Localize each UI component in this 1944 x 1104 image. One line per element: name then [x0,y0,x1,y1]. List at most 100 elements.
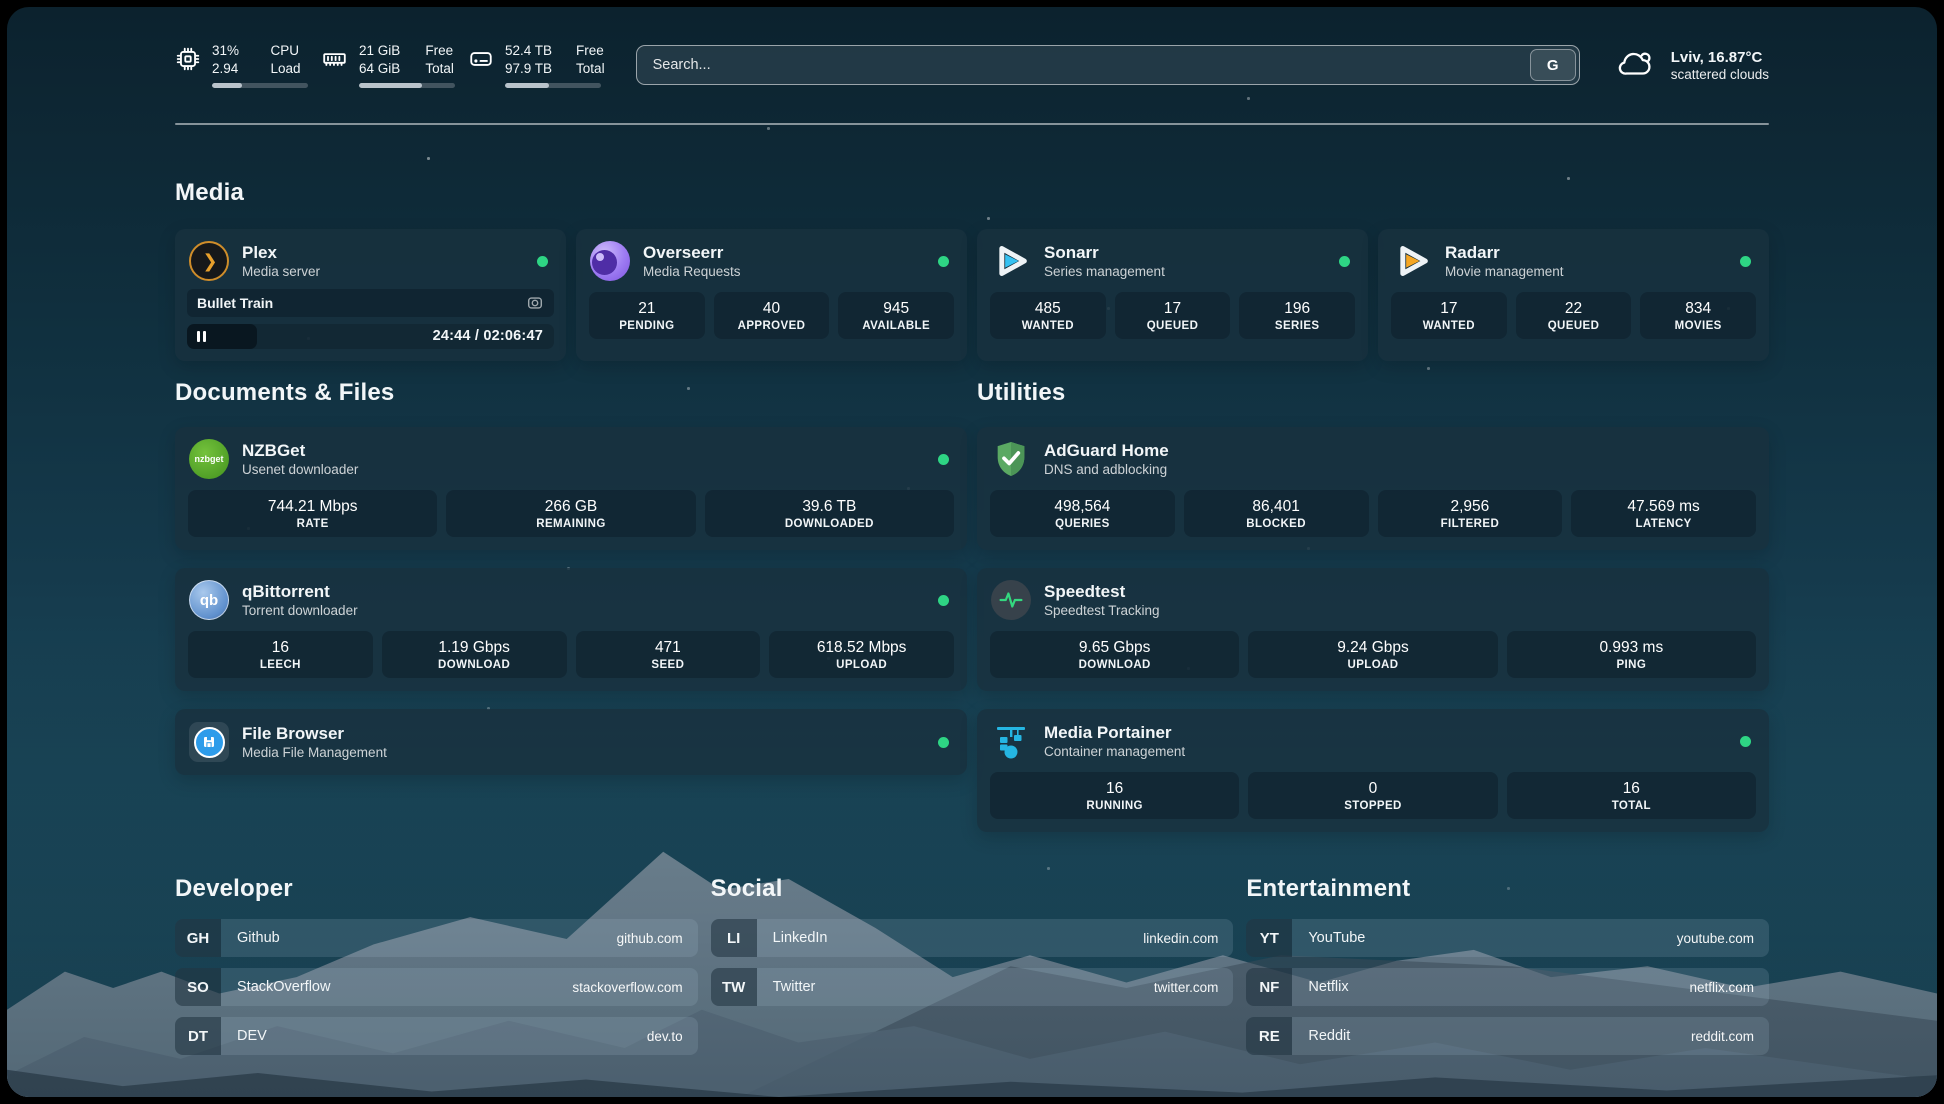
stat-value: 498,564 [1054,498,1110,516]
utilities-column: Utilities AdGuard Home DNS and adbl [977,379,1769,850]
filebrowser-subtitle: Media File Management [242,745,387,761]
stat-label: RATE [297,518,329,530]
portainer-subtitle: Container management [1044,744,1185,760]
stat-value: 0.993 ms [1599,639,1663,657]
overseerr-card[interactable]: Overseerr Media Requests 21 PENDING 40 A… [576,229,967,361]
portainer-stat-stopped: 0 STOPPED [1248,772,1497,819]
speedtest-pulse-icon [991,580,1031,620]
bookmarks-area: Developer GH Github github.com SO StackO… [175,875,1769,1066]
speedtest-card[interactable]: Speedtest Speedtest Tracking 9.65 Gbps D… [977,568,1769,691]
bookmark-netflix[interactable]: NF Netflix netflix.com [1246,968,1769,1006]
bookmark-name: StackOverflow [221,979,330,995]
nzbget-stat-downloaded: 39.6 TB DOWNLOADED [705,490,954,537]
qbittorrent-stat-seed: 471 SEED [576,631,761,678]
qbittorrent-stat-download: 1.19 Gbps DOWNLOAD [382,631,567,678]
bookmark-url: twitter.com [1154,980,1234,995]
developer-column: Developer GH Github github.com SO StackO… [175,875,698,1066]
portainer-crane-icon [991,721,1031,761]
speedtest-stat-upload: 9.24 Gbps UPLOAD [1248,631,1497,678]
stat-label: UPLOAD [1348,659,1399,671]
sonarr-subtitle: Series management [1044,264,1165,280]
radarr-subtitle: Movie management [1445,264,1564,280]
stat-label: APPROVED [738,320,806,332]
stat-value: 0 [1369,780,1378,798]
stat-label: REMAINING [536,518,605,530]
stat-label: WANTED [1022,320,1074,332]
plex-chevron-glyph: ❯ [200,251,217,272]
overseerr-name: Overseerr [643,243,741,263]
overseerr-status-dot [938,256,949,267]
bookmark-twitter[interactable]: TW Twitter twitter.com [711,968,1234,1006]
stat-label: QUERIES [1055,518,1110,530]
bookmark-dev[interactable]: DT DEV dev.to [175,1017,698,1055]
radarr-name: Radarr [1445,243,1564,263]
portainer-card[interactable]: Media Portainer Container management 16 … [977,709,1769,832]
nzbget-status-dot [938,454,949,465]
bookmark-url: reddit.com [1691,1029,1769,1044]
stat-value: 485 [1035,300,1061,318]
bookmark-name: Twitter [757,979,816,995]
plex-logo: ❯ [189,241,229,281]
bookmark-youtube[interactable]: YT YouTube youtube.com [1246,919,1769,957]
sonarr-stat-series: 196 SERIES [1239,292,1355,339]
stat-value: 22 [1565,300,1582,318]
bookmark-github[interactable]: GH Github github.com [175,919,698,957]
stat-value: 834 [1685,300,1711,318]
entertainment-section-title: Entertainment [1246,875,1769,903]
stat-value: 16 [272,639,289,657]
sonarr-stat-queued: 17 QUEUED [1115,292,1231,339]
bookmark-name: Reddit [1292,1028,1350,1044]
radarr-card[interactable]: Radarr Movie management 17 WANTED 22 QUE… [1378,229,1769,361]
disk-free-label: Free [576,42,605,59]
social-column: Social LI LinkedIn linkedin.com TW Twitt… [711,875,1234,1066]
search-input[interactable] [637,57,1527,73]
qbittorrent-logo-text: qb [200,592,218,609]
nzbget-logo-text: nzbget [195,454,224,464]
stat-value: 9.24 Gbps [1337,639,1409,657]
floppy-disk-icon [194,727,225,758]
weather-widget[interactable]: Lviv, 16.87°C scattered clouds [1616,46,1769,85]
sonarr-card[interactable]: Sonarr Series management 485 WANTED 17 Q… [977,229,1368,361]
plex-name: Plex [242,243,320,263]
radarr-status-dot [1740,256,1751,267]
bookmark-stackoverflow[interactable]: SO StackOverflow stackoverflow.com [175,968,698,1006]
bookmark-linkedin[interactable]: LI LinkedIn linkedin.com [711,919,1234,957]
sonarr-stat-wanted: 485 WANTED [990,292,1106,339]
stat-label: TOTAL [1612,800,1651,812]
bookmark-abbr: SO [175,968,221,1006]
entertainment-column: Entertainment YT YouTube youtube.com NF … [1246,875,1769,1066]
bookmark-name: DEV [221,1028,267,1044]
stat-value: 39.6 TB [802,498,856,516]
plex-progress-bar[interactable]: 24:44 / 02:06:47 [187,324,554,349]
nzbget-name: NZBGet [242,441,358,461]
nzbget-card[interactable]: nzbget NZBGet Usenet downloader 744.21 M… [175,427,967,550]
cpu-load-label: Load [270,60,308,77]
bookmark-url: stackoverflow.com [572,980,697,995]
stat-label: FILTERED [1441,518,1500,530]
qbittorrent-stat-upload: 618.52 Mbps UPLOAD [769,631,954,678]
search-engine-button[interactable]: G [1530,49,1576,81]
filebrowser-card[interactable]: File Browser Media File Management [175,709,967,775]
bookmark-reddit[interactable]: RE Reddit reddit.com [1246,1017,1769,1055]
plex-now-playing-title: Bullet Train [197,295,273,311]
weather-location-temp: Lviv, 16.87°C [1671,49,1769,66]
bookmark-abbr: GH [175,919,221,957]
developer-section-title: Developer [175,875,698,903]
plex-playback-time: 24:44 / 02:06:47 [433,328,554,344]
qbittorrent-status-dot [938,595,949,606]
speedtest-name: Speedtest [1044,582,1160,602]
plex-card[interactable]: ❯ Plex Media server Bullet Train [175,229,566,361]
bookmark-abbr: YT [1246,919,1292,957]
memory-widget: 21 GiB Free 64 GiB Total [321,42,455,88]
adguard-shield-icon [991,439,1031,479]
memory-total-label: Total [425,60,455,77]
bookmark-url: linkedin.com [1143,931,1233,946]
cpu-progress-fill [212,83,242,88]
qbittorrent-card[interactable]: qb qBittorrent Torrent downloader 16 LEE… [175,568,967,691]
pause-icon[interactable] [197,331,206,342]
adguard-subtitle: DNS and adblocking [1044,462,1169,478]
adguard-card[interactable]: AdGuard Home DNS and adblocking 498,564 … [977,427,1769,550]
bookmark-abbr: RE [1246,1017,1292,1055]
utilities-section-title: Utilities [977,379,1769,407]
documents-section-title: Documents & Files [175,379,967,407]
